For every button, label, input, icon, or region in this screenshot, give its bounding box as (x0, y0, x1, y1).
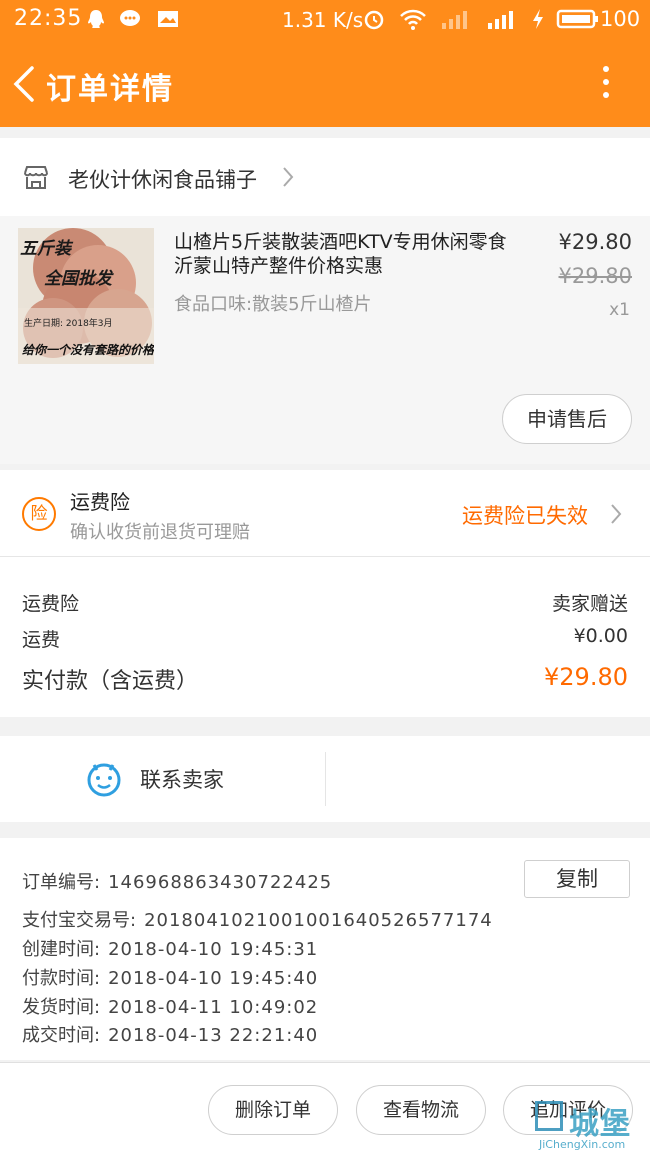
product-thumbnail[interactable]: 五斤装 全国批发 生产日期: 2018年3月 给你一个没有套路的价格 (18, 228, 154, 364)
fee-row: 运费险 卖家赠送 (22, 589, 628, 616)
insurance-title: 运费险 (70, 490, 130, 514)
order-item: 五斤装 全国批发 生产日期: 2018年3月 给你一个没有套路的价格 山楂片5斤… (0, 216, 650, 464)
info-key: 发货时间: (22, 997, 101, 1018)
info-key: 订单编号: (22, 872, 101, 893)
chevron-right-icon (611, 504, 622, 524)
navigation-bar: 订单详情 (0, 40, 650, 127)
more-icon[interactable] (596, 66, 616, 102)
network-speed: 1.31 K/s (282, 8, 364, 32)
total-value: ¥29.80 (544, 663, 628, 691)
info-key: 成交时间: (22, 1025, 101, 1046)
image-text-4: 给你一个没有套路的价格 (22, 343, 154, 357)
alarm-icon (364, 10, 384, 30)
delete-order-button[interactable]: 删除订单 (208, 1085, 338, 1135)
mail-notification-icon (158, 11, 178, 27)
battery-level: 100 (600, 7, 641, 31)
info-value: 2018041021001001640526577174 (144, 910, 493, 931)
watermark-text: 城堡 (569, 1107, 631, 1142)
created-time: 创建时间: 2018-04-10 19:45:31 (22, 935, 318, 961)
watermark-url: JiChengXin.com (539, 1138, 626, 1151)
fee-value: 卖家赠送 (551, 593, 628, 615)
product-image: 五斤装 全国批发 生产日期: 2018年3月 给你一个没有套路的价格 (18, 228, 154, 364)
order-number: 订单编号: 146968863430722425 (22, 868, 332, 894)
shipping-insurance-row[interactable]: 险 运费险 确认收货前退货可理赔 运费险已失效 (0, 470, 650, 557)
qq-notification-icon (88, 10, 104, 28)
image-text-3: 生产日期: 2018年3月 (24, 317, 113, 329)
chat-smile-icon (87, 763, 121, 797)
wifi-icon (400, 9, 426, 30)
battery-icon (556, 9, 598, 29)
total-label: 实付款（含运费） (22, 669, 199, 694)
fee-summary: 运费险 卖家赠送 运费 ¥0.00 实付款（含运费） ¥29.80 (0, 557, 650, 717)
info-key: 创建时间: (22, 939, 101, 960)
insurance-badge-icon: 险 (22, 497, 56, 531)
image-text-2: 全国批发 (44, 269, 114, 289)
fee-value: ¥0.00 (573, 625, 628, 647)
shop-name: 老伙计休闲食品铺子 (68, 168, 257, 192)
signal-weak-icon (442, 11, 467, 29)
status-time: 22:35 (14, 6, 83, 31)
back-icon[interactable] (10, 64, 36, 104)
product-price: ¥29.80 (558, 230, 632, 254)
paid-time: 付款时间: 2018-04-10 19:45:40 (22, 964, 318, 990)
view-logistics-button[interactable]: 查看物流 (356, 1085, 486, 1135)
chevron-right-icon (283, 167, 294, 187)
info-value: 2018-04-11 10:49:02 (108, 997, 319, 1018)
product-original-price: ¥29.80 (558, 264, 632, 288)
insurance-subtitle: 确认收货前退货可理赔 (70, 522, 250, 543)
shipped-time: 发货时间: 2018-04-11 10:49:02 (22, 993, 318, 1019)
info-key: 支付宝交易号: (22, 910, 137, 931)
alipay-trade-number: 支付宝交易号: 2018041021001001640526577174 (22, 906, 493, 932)
copy-button[interactable]: 复制 (524, 860, 630, 898)
fee-label: 运费险 (22, 593, 80, 615)
divider (325, 752, 326, 806)
status-bar: 22:35 1.31 K/s 100 (0, 0, 650, 40)
info-value: 146968863430722425 (108, 872, 333, 893)
charging-icon (533, 9, 543, 29)
contact-seller-label: 联系卖家 (140, 768, 224, 792)
product-title[interactable]: 山楂片5斤装散装酒吧KTV专用休闲零食沂蒙山特产整件价格实惠 (174, 230, 519, 278)
info-key: 付款时间: (22, 968, 101, 989)
shop-icon (24, 166, 48, 189)
shop-row[interactable]: 老伙计休闲食品铺子 (0, 138, 650, 216)
completed-time: 成交时间: 2018-04-13 22:21:40 (22, 1021, 318, 1047)
info-value: 2018-04-10 19:45:31 (108, 939, 319, 960)
page-title: 订单详情 (46, 72, 174, 107)
image-text-1: 五斤装 (20, 239, 74, 259)
product-spec: 食品口味:散装5斤山楂片 (174, 294, 372, 315)
info-value: 2018-04-10 19:45:40 (108, 968, 319, 989)
watermark-logo-icon (535, 1101, 563, 1131)
product-quantity: x1 (609, 300, 630, 320)
signal-strong-icon (488, 11, 513, 29)
fee-row: 运费 ¥0.00 (22, 625, 628, 652)
total-row: 实付款（含运费） ¥29.80 (22, 663, 628, 695)
order-info: 订单编号: 146968863430722425 复制 支付宝交易号: 201804… (0, 838, 650, 1060)
contact-bar: 联系卖家 (0, 736, 650, 822)
message-notification-icon (120, 10, 140, 26)
fee-label: 运费 (22, 629, 61, 651)
insurance-status: 运费险已失效 (462, 504, 588, 528)
info-value: 2018-04-13 22:21:40 (108, 1025, 319, 1046)
after-sale-button[interactable]: 申请售后 (502, 394, 632, 444)
watermark: 城堡 JiChengXin.com (533, 1097, 650, 1155)
